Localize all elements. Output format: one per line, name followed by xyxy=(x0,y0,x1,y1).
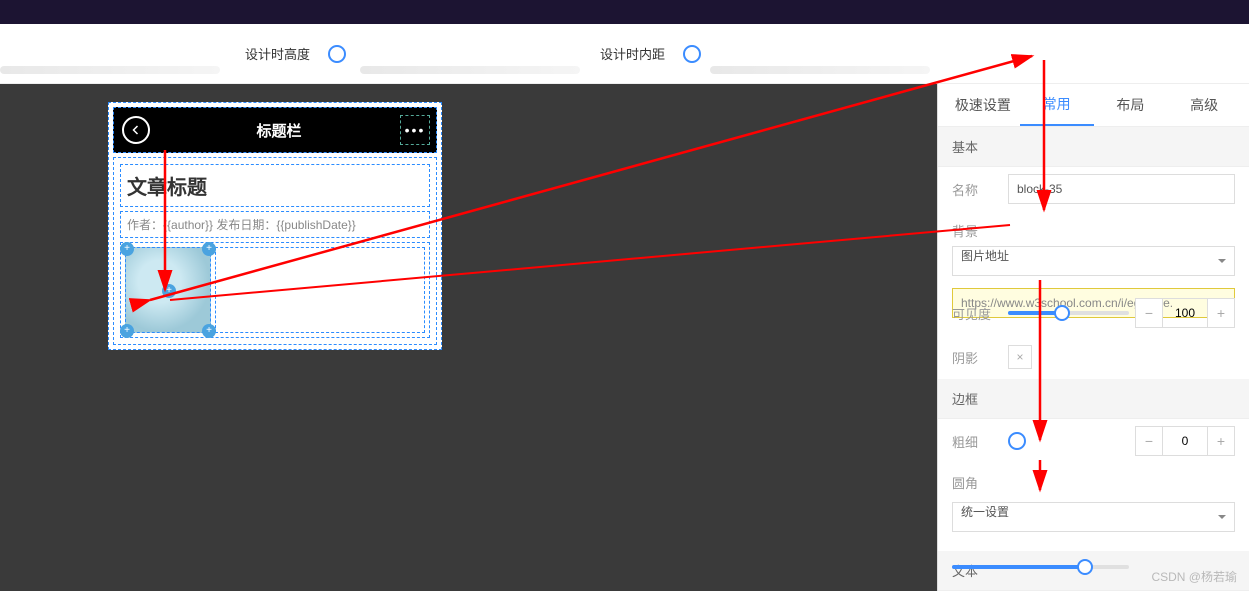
prop-shadow: 阴影 × xyxy=(938,335,1249,379)
panel-tabs: 极速设置 常用 布局 高级 xyxy=(938,84,1249,127)
add-handle-icon[interactable]: + xyxy=(162,284,176,298)
toolbar-segment xyxy=(360,66,580,74)
tab-advanced[interactable]: 高级 xyxy=(1167,85,1241,125)
article-meta-block[interactable]: 作者：{{author}} 发布日期：{{publishDate}} xyxy=(120,211,430,238)
add-handle-icon[interactable]: + xyxy=(120,324,134,338)
toolbar-segment xyxy=(0,66,220,74)
device-frame[interactable]: 标题栏 ••• 文章标题 作者：{{author}} 发布日期：{{publis… xyxy=(108,102,442,350)
article-title-block[interactable]: 文章标题 xyxy=(120,164,430,207)
image-row[interactable]: + + + + + xyxy=(120,242,430,338)
design-padding-handle[interactable] xyxy=(683,45,701,63)
name-input[interactable] xyxy=(1008,174,1235,204)
thickness-stepper[interactable]: − 0 + xyxy=(1135,426,1235,456)
thickness-value: 0 xyxy=(1162,427,1208,455)
radius-label: 圆角 xyxy=(952,473,1008,492)
content-block[interactable]: 文章标题 作者：{{author}} 发布日期：{{publishDate}} … xyxy=(113,157,437,345)
empty-block[interactable] xyxy=(215,247,425,333)
visibility-label: 可见度 xyxy=(952,304,1008,323)
design-toolbar: 设计时高度 设计时内距 xyxy=(0,24,1249,84)
prop-thickness: 粗细 − 0 + xyxy=(938,419,1249,463)
visibility-stepper[interactable]: − 100 + xyxy=(1135,298,1235,328)
article-meta-text: 作者：{{author}} 发布日期：{{publishDate}} xyxy=(127,218,356,232)
watermark: CSDN @杨若瑜 xyxy=(1151,568,1237,585)
section-border: 边框 xyxy=(938,379,1249,419)
app-topbar xyxy=(0,0,1249,24)
shadow-label: 阴影 xyxy=(952,348,1008,367)
plus-button[interactable]: + xyxy=(1208,427,1234,455)
navbar-title: 标题栏 xyxy=(158,120,400,141)
menu-icon[interactable]: ••• xyxy=(400,115,430,145)
back-icon[interactable] xyxy=(122,116,150,144)
add-handle-icon[interactable]: + xyxy=(202,324,216,338)
preview-navbar[interactable]: 标题栏 ••• xyxy=(113,107,437,153)
add-handle-icon[interactable]: + xyxy=(202,242,216,256)
tab-layout[interactable]: 布局 xyxy=(1094,85,1168,125)
radius-mode-select[interactable]: 统一设置 xyxy=(952,502,1235,532)
section-basic: 基本 xyxy=(938,127,1249,167)
article-title: 文章标题 xyxy=(127,171,423,200)
radius-slider[interactable] xyxy=(952,565,1129,569)
prop-visibility: 可见度 − 100 + xyxy=(938,291,1249,335)
minus-button[interactable]: − xyxy=(1136,427,1162,455)
selected-image-block[interactable]: + + + + + xyxy=(125,247,211,333)
toolbar-segment xyxy=(710,66,930,74)
design-height-handle[interactable] xyxy=(328,45,346,63)
design-canvas[interactable]: 标题栏 ••• 文章标题 作者：{{author}} 发布日期：{{publis… xyxy=(0,84,937,591)
thickness-label: 粗细 xyxy=(952,432,1008,451)
shadow-clear-button[interactable]: × xyxy=(1008,345,1032,369)
visibility-value: 100 xyxy=(1162,299,1208,327)
design-padding-label: 设计时内距 xyxy=(600,44,665,63)
tab-common[interactable]: 常用 xyxy=(1020,84,1094,126)
properties-panel: 极速设置 常用 布局 高级 基本 名称 背景 图片地址 可见度 xyxy=(937,84,1249,591)
thickness-handle[interactable] xyxy=(1008,432,1026,450)
visibility-slider[interactable] xyxy=(1008,311,1129,315)
prop-background: 背景 图片地址 xyxy=(938,211,1249,291)
tab-quick[interactable]: 极速设置 xyxy=(946,85,1020,125)
bg-type-select[interactable]: 图片地址 xyxy=(952,246,1235,276)
design-height-label: 设计时高度 xyxy=(245,44,310,63)
bg-label: 背景 xyxy=(952,221,1008,240)
prop-name: 名称 xyxy=(938,167,1249,211)
add-handle-icon[interactable]: + xyxy=(120,242,134,256)
name-label: 名称 xyxy=(952,180,1008,199)
plus-button[interactable]: + xyxy=(1208,299,1234,327)
prop-radius: 圆角 统一设置 − 100 + xyxy=(938,463,1249,551)
minus-button[interactable]: − xyxy=(1136,299,1162,327)
